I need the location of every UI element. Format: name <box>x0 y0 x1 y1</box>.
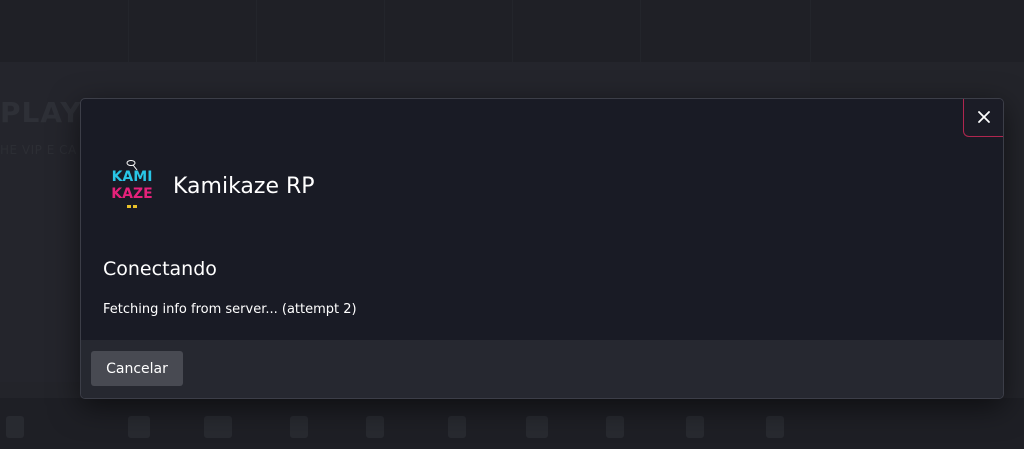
server-name: Kamikaze RP <box>173 173 315 199</box>
cancel-button[interactable]: Cancelar <box>91 351 183 386</box>
server-header: KAMI KAZE Kamikaze RP <box>103 157 315 215</box>
dialog-footer: Cancelar <box>81 340 1003 398</box>
server-logo: KAMI KAZE <box>103 157 161 215</box>
close-button[interactable] <box>963 99 1003 137</box>
svg-text:KAMI: KAMI <box>112 169 153 185</box>
status-title: Conectando <box>103 258 217 280</box>
connection-dialog: KAMI KAZE Kamikaze RP Conectando Fetchin… <box>80 98 1004 399</box>
status-message: Fetching info from server... (attempt 2) <box>103 302 357 317</box>
close-icon <box>978 111 990 123</box>
svg-text:KAZE: KAZE <box>111 186 152 202</box>
